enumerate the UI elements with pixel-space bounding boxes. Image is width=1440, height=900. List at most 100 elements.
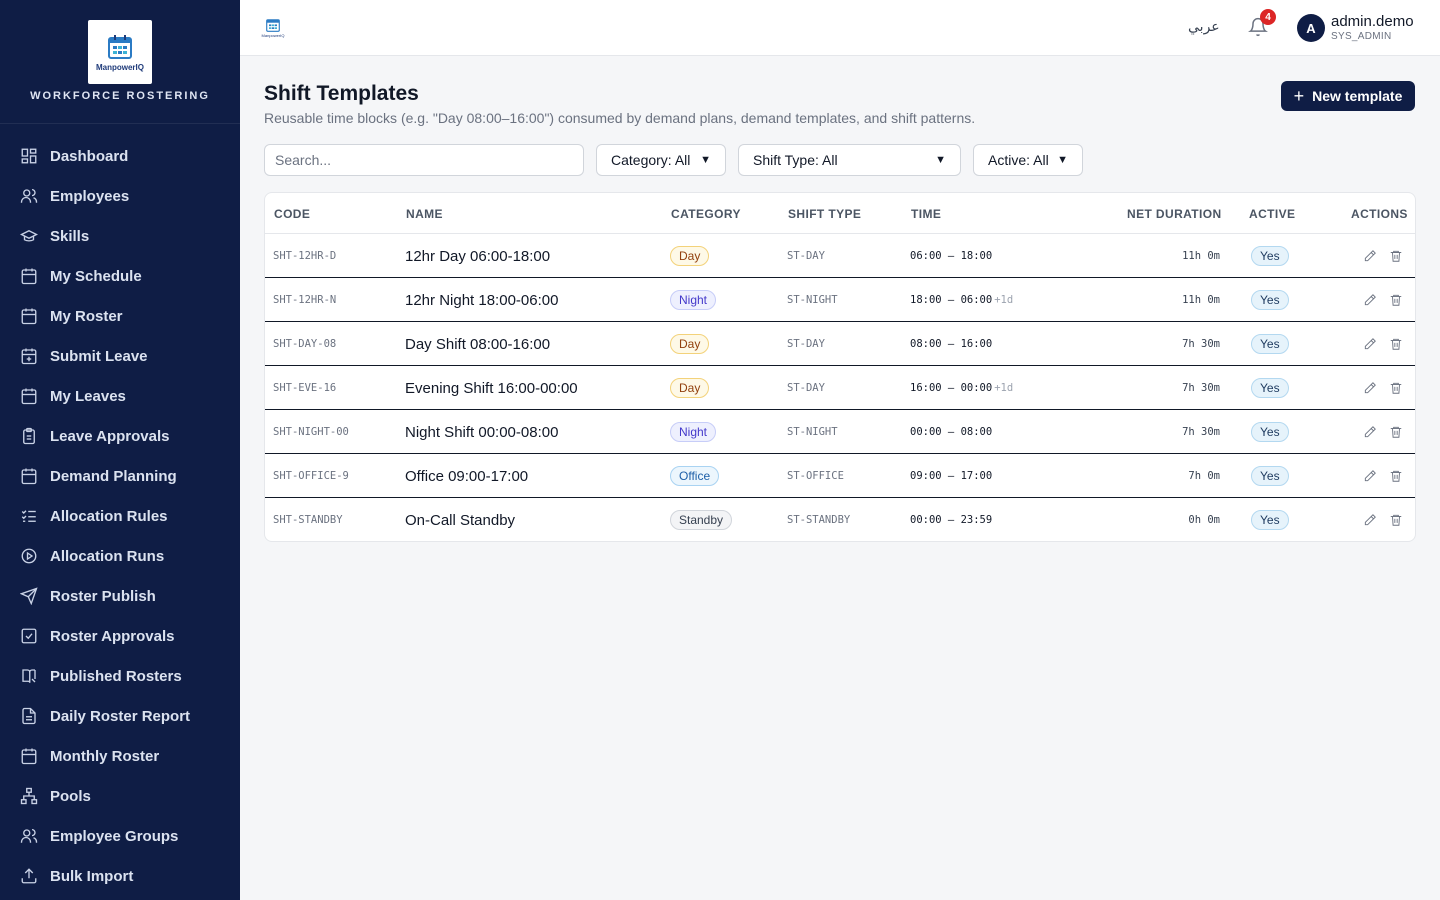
logo[interactable]: ManpowerIQ <box>88 20 152 84</box>
plus-icon: + <box>1293 85 1305 106</box>
chevron-down-icon: ▼ <box>1057 154 1068 166</box>
sidebar-item-pools[interactable]: Pools <box>0 776 240 816</box>
col-category[interactable]: CATEGORY <box>671 207 741 221</box>
row-net-duration: 7h 30m <box>1182 338 1220 350</box>
row-name: 12hr Day 06:00-18:00 <box>405 247 551 265</box>
pencil-icon[interactable] <box>1363 513 1377 527</box>
sidebar-item-label: Leave Approvals <box>50 427 170 445</box>
table-row[interactable]: SHT-OFFICE-9 Office 09:00-17:00 Office ST-O… <box>265 454 1415 498</box>
sidebar-item-label: Dashboard <box>50 147 129 165</box>
category-badge: Day <box>670 378 710 398</box>
shift-type-filter[interactable]: Shift Type: All ▼ <box>738 144 961 176</box>
top-logo[interactable]: ManpowerIQ <box>259 17 287 39</box>
logo-text: ManpowerIQ <box>95 62 144 72</box>
search-input[interactable] <box>264 144 584 176</box>
table-row[interactable]: SHT-NIGHT-00 Night Shift 00:00-08:00 Night… <box>265 410 1415 454</box>
sidebar-item-published-rosters[interactable]: Published Rosters <box>0 656 240 696</box>
sidebar-item-my-leaves[interactable]: My Leaves <box>0 376 240 416</box>
shift-templates-table: CODE NAME CATEGORY SHIFT TYPE TIME NET D… <box>264 192 1416 542</box>
row-net-duration: 0h 0m <box>1188 514 1220 526</box>
pencil-icon[interactable] <box>1363 469 1377 483</box>
sidebar-item-label: My Schedule <box>50 267 142 285</box>
calendar-plus-icon <box>20 347 38 365</box>
calendar-logo-icon <box>266 19 280 32</box>
sidebar-item-allocation-rules[interactable]: Allocation Rules <box>0 496 240 536</box>
active-filter[interactable]: Active: All ▼ <box>973 144 1083 176</box>
sidebar-item-my-roster[interactable]: My Roster <box>0 296 240 336</box>
sidebar: ManpowerIQ WORKFORCE ROSTERING Dashboard… <box>0 0 240 900</box>
language-switch[interactable]: عربي <box>1188 18 1220 35</box>
sidebar-item-submit-leave[interactable]: Submit Leave <box>0 336 240 376</box>
row-active: Yes <box>1251 234 1289 278</box>
sidebar-item-skills[interactable]: Skills <box>0 216 240 256</box>
row-net-duration: 11h 0m <box>1182 250 1220 262</box>
row-shift-type: ST-NIGHT <box>787 294 838 306</box>
pencil-icon[interactable] <box>1363 249 1377 263</box>
sidebar-item-bulk-import[interactable]: Bulk Import <box>0 856 240 896</box>
user-name[interactable]: admin.demo <box>1331 13 1414 30</box>
sidebar-item-dashboard[interactable]: Dashboard <box>0 136 240 176</box>
sidebar-item-label: Bulk Import <box>50 867 134 885</box>
col-net-duration[interactable]: NET DURATION <box>1127 207 1222 221</box>
sidebar-nav: Dashboard Employees Skills My Schedule My Ro… <box>0 124 240 896</box>
table-row[interactable]: SHT-EVE-16 Evening Shift 16:00-00:00 Day ST… <box>265 366 1415 410</box>
row-name: On-Call Standby <box>405 511 516 529</box>
sidebar-item-leave-approvals[interactable]: Leave Approvals <box>0 416 240 456</box>
time-range: 06:00 – 18:00 <box>910 250 993 262</box>
sidebar-item-my-schedule[interactable]: My Schedule <box>0 256 240 296</box>
trash-icon[interactable] <box>1389 337 1403 351</box>
row-name: Night Shift 00:00-08:00 <box>405 423 559 441</box>
table-row[interactable]: SHT-STANDBY On-Call Standby Standby ST-STAN… <box>265 498 1415 541</box>
row-shift-type: ST-STANDBY <box>787 514 851 526</box>
page-title: Shift Templates <box>264 82 419 105</box>
trash-icon[interactable] <box>1389 425 1403 439</box>
time-range: 18:00 – 06:00 <box>910 294 993 306</box>
row-net-duration: 7h 30m <box>1182 382 1220 394</box>
row-shift-type: ST-NIGHT <box>787 426 838 438</box>
col-shift-type[interactable]: SHIFT TYPE <box>788 207 861 221</box>
sidebar-item-roster-publish[interactable]: Roster Publish <box>0 576 240 616</box>
trash-icon[interactable] <box>1389 293 1403 307</box>
pencil-icon[interactable] <box>1363 293 1377 307</box>
chevron-down-icon: ▼ <box>935 154 946 166</box>
col-time[interactable]: TIME <box>911 207 941 221</box>
row-net-duration: 7h 30m <box>1182 426 1220 438</box>
calendar-icon <box>20 387 38 405</box>
chevron-down-icon: ▼ <box>700 154 711 166</box>
sidebar-item-daily-roster-report[interactable]: Daily Roster Report <box>0 696 240 736</box>
brand: ManpowerIQ WORKFORCE ROSTERING <box>0 0 240 124</box>
col-code[interactable]: CODE <box>274 207 310 221</box>
sidebar-item-demand-planning[interactable]: Demand Planning <box>0 456 240 496</box>
trash-icon[interactable] <box>1389 513 1403 527</box>
hierarchy-icon <box>20 787 38 805</box>
row-active: Yes <box>1251 498 1289 541</box>
sidebar-item-roster-approvals[interactable]: Roster Approvals <box>0 616 240 656</box>
avatar[interactable]: A <box>1297 14 1325 42</box>
table-row[interactable]: SHT-12HR-N 12hr Night 18:00-06:00 Night ST-… <box>265 278 1415 322</box>
sidebar-item-employees[interactable]: Employees <box>0 176 240 216</box>
row-category: Night <box>670 278 717 322</box>
top-logo-text: ManpowerIQ <box>261 33 285 38</box>
trash-icon[interactable] <box>1389 469 1403 483</box>
new-template-button[interactable]: + New template <box>1281 81 1415 111</box>
sidebar-item-allocation-runs[interactable]: Allocation Runs <box>0 536 240 576</box>
col-name[interactable]: NAME <box>406 207 443 221</box>
pencil-icon[interactable] <box>1363 381 1377 395</box>
trash-icon[interactable] <box>1389 381 1403 395</box>
category-badge: Office <box>670 466 720 486</box>
col-actions: ACTIONS <box>1351 207 1408 221</box>
active-filter-value: Active: All <box>988 152 1049 168</box>
category-filter[interactable]: Category: All ▼ <box>596 144 726 176</box>
sidebar-item-monthly-roster[interactable]: Monthly Roster <box>0 736 240 776</box>
pencil-icon[interactable] <box>1363 337 1377 351</box>
table-row[interactable]: SHT-12HR-D 12hr Day 06:00-18:00 Day ST-DAY 0… <box>265 234 1415 278</box>
trash-icon[interactable] <box>1389 249 1403 263</box>
pencil-icon[interactable] <box>1363 425 1377 439</box>
col-active[interactable]: ACTIVE <box>1249 207 1295 221</box>
row-code: SHT-EVE-16 <box>273 382 337 394</box>
calendar-icon <box>20 267 38 285</box>
row-actions <box>1351 410 1403 454</box>
table-row[interactable]: SHT-DAY-08 Day Shift 08:00-16:00 Day ST-DAY… <box>265 322 1415 366</box>
sidebar-item-employee-groups[interactable]: Employee Groups <box>0 816 240 856</box>
active-badge: Yes <box>1251 510 1289 530</box>
